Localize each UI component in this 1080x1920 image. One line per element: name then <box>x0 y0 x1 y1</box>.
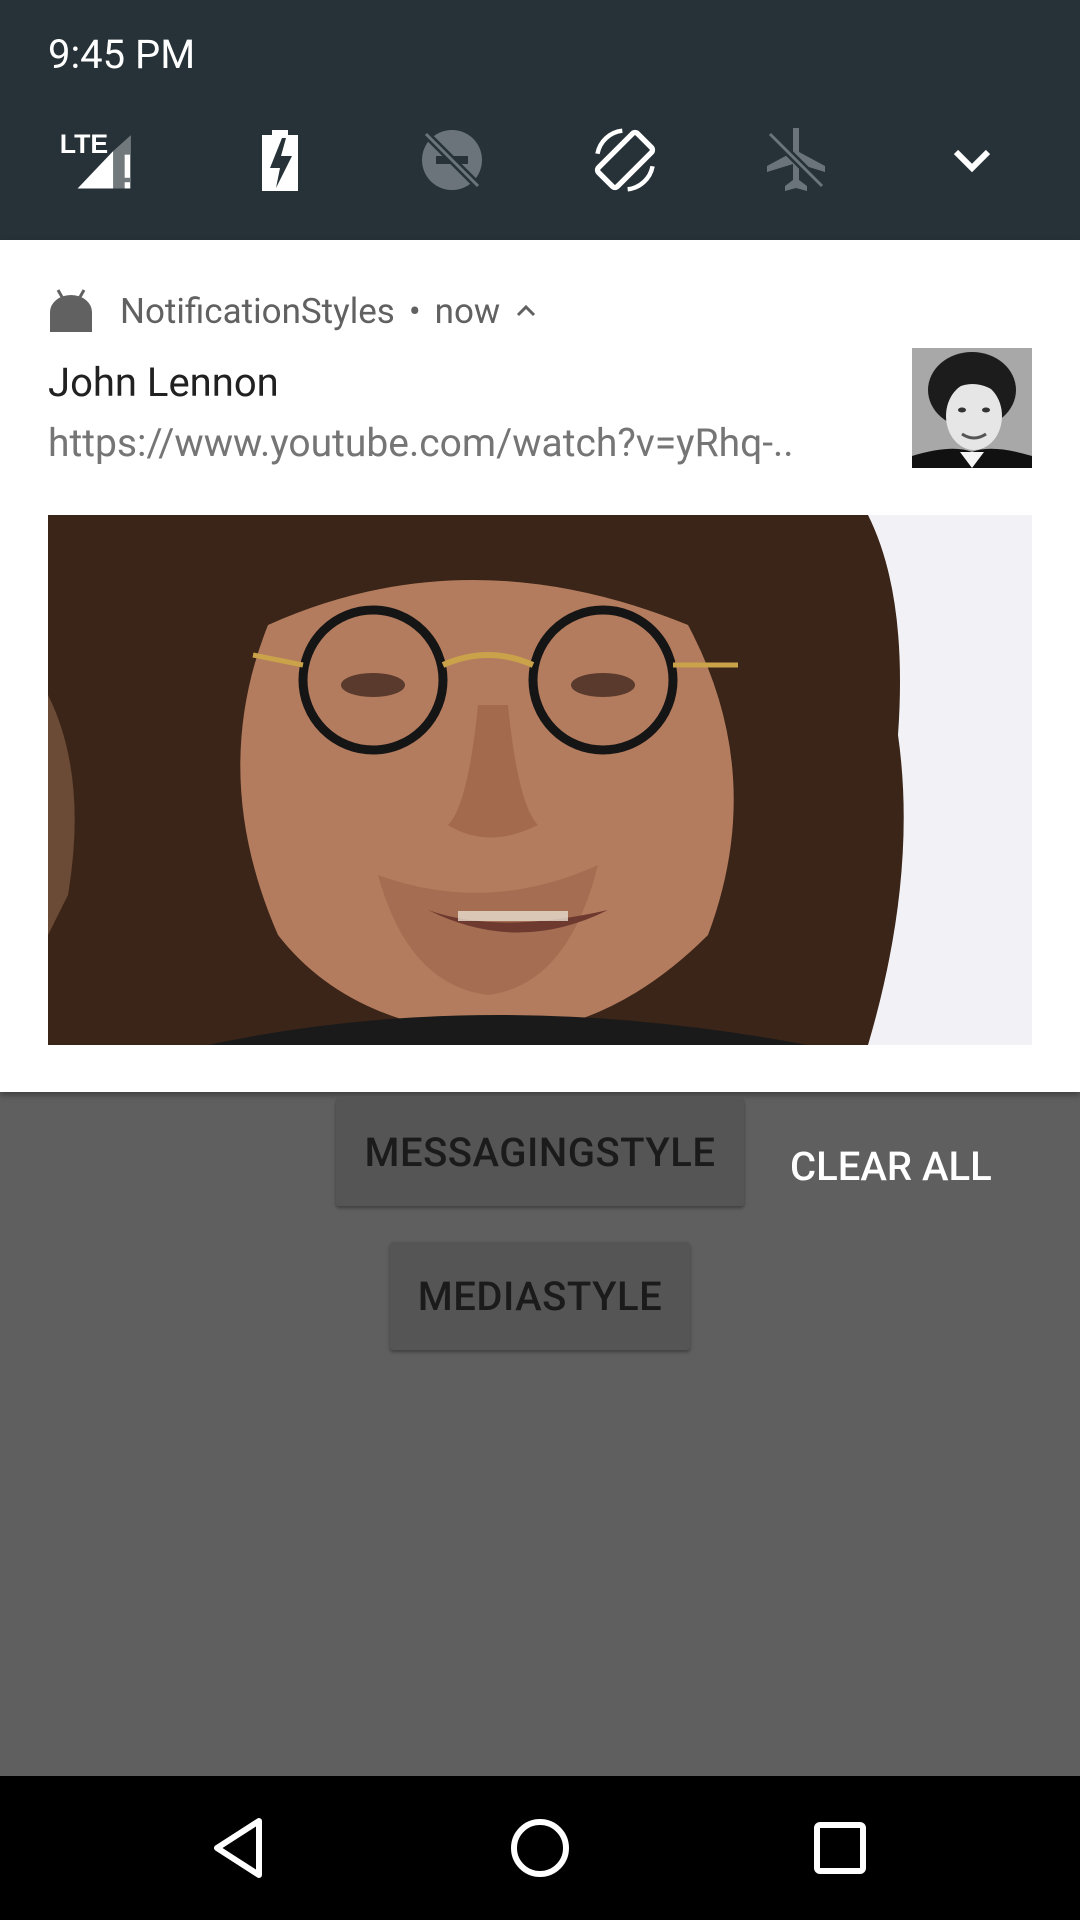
notification-header: NotificationStyles • now <box>48 286 538 336</box>
recents-icon[interactable] <box>790 1798 890 1898</box>
clock: 9:45 PM <box>48 31 196 78</box>
collapse-chevron-icon[interactable] <box>514 299 538 323</box>
back-icon[interactable] <box>190 1798 290 1898</box>
auto-rotate-icon[interactable] <box>585 120 665 200</box>
mediastyle-button[interactable]: MEDIASTYLE <box>390 1242 690 1350</box>
john-lennon-portrait <box>48 515 1032 1045</box>
notification-card[interactable]: NotificationStyles • now John Lennon htt… <box>0 240 1080 1092</box>
john-lennon-thumbnail <box>912 348 1032 468</box>
notification-text: https://www.youtube.com/watch?v=yRhq-.. <box>48 420 794 466</box>
home-icon[interactable] <box>490 1798 590 1898</box>
separator-dot: • <box>408 290 421 332</box>
notification-time: now <box>434 290 501 332</box>
android-app-icon <box>50 289 92 332</box>
expand-chevron-icon[interactable] <box>932 120 1012 200</box>
airplane-mode-icon[interactable] <box>756 120 836 200</box>
quick-settings-header: 9:45 PM LTE <box>0 0 1080 240</box>
svg-text:LTE: LTE <box>60 129 108 159</box>
clear-all-button[interactable]: CLEAR ALL <box>790 1140 1050 1194</box>
lte-signal-icon[interactable]: LTE <box>58 120 138 200</box>
battery-saver-icon[interactable] <box>240 120 320 200</box>
dnd-off-icon[interactable] <box>412 120 492 200</box>
app-name: NotificationStyles <box>120 290 395 332</box>
notification-title: John Lennon <box>48 359 279 406</box>
navigation-bar <box>0 1776 1080 1920</box>
messagingstyle-button[interactable]: MESSAGINGSTYLE <box>336 1098 744 1206</box>
